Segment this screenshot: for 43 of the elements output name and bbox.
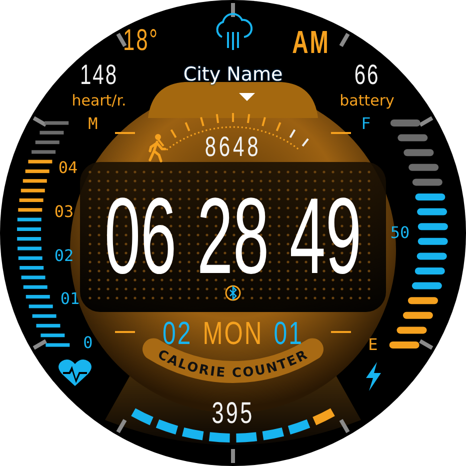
weekday: MON [202, 317, 264, 349]
gauge-label: 0 [83, 335, 93, 351]
rim-tick [419, 339, 434, 350]
heart-rate-value: 148 [80, 61, 118, 89]
date-day: 02 [162, 317, 192, 349]
time-seconds: 49 [289, 182, 362, 290]
date-month: 01 [274, 317, 304, 349]
rain-cloud-icon [216, 12, 253, 50]
rim-tick [419, 116, 434, 127]
divider-line [115, 331, 135, 333]
rim-tick [339, 419, 350, 434]
calorie-value: 395 [212, 399, 254, 429]
rim-tick [32, 339, 47, 350]
step-count: 8648 [204, 133, 262, 161]
rim-tick [339, 32, 350, 47]
heart-pulse-icon [58, 360, 92, 386]
gauge-label: 50 [390, 225, 410, 241]
gauge-label: F [361, 116, 371, 132]
rim-tick [231, 449, 235, 463]
gauge-label: 01 [60, 291, 80, 307]
battery-value: 66 [354, 61, 380, 89]
lightning-bolt-icon [366, 362, 381, 391]
am-pm-indicator: AM [292, 26, 330, 58]
rim-tick [231, 3, 235, 17]
gauge-label: 03 [54, 204, 74, 220]
gauge-label: E [368, 337, 378, 353]
rim-tick [116, 419, 127, 434]
gauge-label: 04 [58, 160, 78, 176]
time-hours: 06 [104, 182, 177, 290]
divider-line [331, 331, 351, 333]
time-minutes: 28 [196, 182, 270, 290]
pointer-icon [239, 93, 255, 101]
rim-tick [32, 116, 47, 127]
city-name: City Name [183, 66, 283, 84]
temperature: 18° [123, 26, 159, 56]
divider-line [331, 132, 351, 134]
gauge-label: 02 [54, 248, 74, 264]
battery-label: battery [340, 94, 394, 108]
walking-person-icon [148, 134, 166, 162]
gauge-label: M [88, 116, 98, 132]
bluetooth-icon [225, 285, 241, 301]
heart-rate-label: heart/r. [72, 94, 126, 108]
divider-line [115, 132, 135, 134]
